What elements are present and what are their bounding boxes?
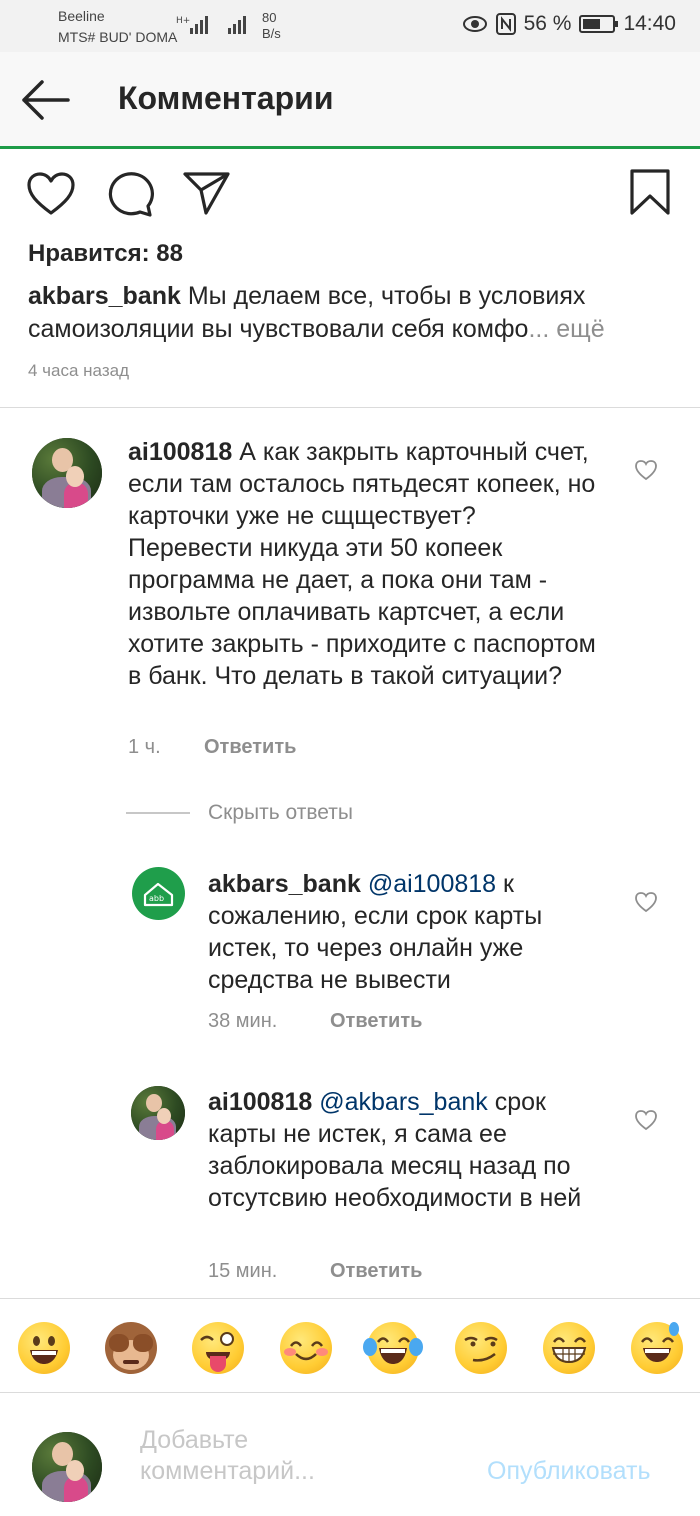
post-timestamp: 4 часа назад: [28, 361, 129, 380]
comment-username[interactable]: ai100818: [128, 438, 232, 466]
network-speed: 80 B/s: [262, 10, 281, 42]
reply-time: 38 мин.: [208, 1010, 278, 1032]
post-caption: akbars_bank Мы делаем все, чтобы в услов…: [28, 280, 678, 346]
battery-percent: 56 %: [523, 12, 572, 35]
comment-icon[interactable]: [104, 170, 154, 218]
like-heart-icon[interactable]: [26, 172, 76, 216]
speed-unit: B/s: [262, 26, 281, 41]
back-arrow-icon[interactable]: [20, 78, 72, 122]
reply-body: ai100818 @akbars_bank срок карты не исте…: [208, 1086, 618, 1214]
reply-mention[interactable]: @ai100818: [361, 870, 496, 898]
comment-time: 1 ч.: [128, 736, 161, 758]
comment-input[interactable]: Добавьте комментарий...: [140, 1425, 380, 1487]
reply-like-heart-icon[interactable]: [634, 891, 658, 913]
reply-body: akbars_bank @ai100818 к сожалению, если …: [208, 868, 608, 996]
carrier-1-label: Beeline: [58, 8, 105, 24]
hide-replies-button[interactable]: Скрыть ответы: [208, 801, 353, 825]
caption-more-link[interactable]: ... ещё: [528, 315, 604, 343]
face-with-tears-of-joy-icon[interactable]: [363, 1322, 423, 1374]
page-title: Комментарии: [118, 80, 334, 116]
see-no-evil-monkey-icon[interactable]: [105, 1322, 157, 1374]
comment-like-heart-icon[interactable]: [634, 459, 658, 481]
grinning-face-with-sweat-icon[interactable]: [631, 1322, 683, 1374]
divider: [0, 1392, 700, 1393]
nfc-icon: [495, 13, 516, 35]
bookmark-icon[interactable]: [628, 168, 672, 216]
divider: [0, 1298, 700, 1299]
likes-count[interactable]: Нравится: 88: [28, 240, 183, 268]
reply-time: 15 мин.: [208, 1260, 278, 1282]
caption-author[interactable]: akbars_bank: [28, 282, 181, 310]
header-accent-line: [0, 146, 700, 149]
svg-text:H+: H+: [176, 16, 190, 26]
reply-like-heart-icon[interactable]: [634, 1109, 658, 1131]
comment-text: А как закрыть карточный счет, если там о…: [128, 438, 596, 690]
carrier-2-label: MTS# BUD' DOMA: [58, 29, 178, 45]
publish-button[interactable]: Опубликовать: [487, 1457, 650, 1486]
eye-icon: [462, 16, 487, 32]
reply-mention[interactable]: @akbars_bank: [312, 1088, 488, 1116]
share-send-icon[interactable]: [182, 170, 232, 216]
reply-button[interactable]: Ответить: [204, 736, 296, 759]
smiling-face-with-smiling-eyes-icon[interactable]: [280, 1322, 332, 1374]
clock: 14:40: [623, 12, 676, 35]
grinning-face-icon[interactable]: [18, 1322, 70, 1374]
svg-text:abb: abb: [149, 894, 164, 903]
comment-body: ai100818 А как закрыть карточный счет, е…: [128, 436, 598, 692]
avatar: [32, 1432, 102, 1502]
divider: [0, 407, 700, 408]
avatar[interactable]: [32, 438, 102, 508]
reply-username[interactable]: akbars_bank: [208, 870, 361, 898]
smirking-face-icon[interactable]: [455, 1322, 507, 1374]
avatar[interactable]: abb: [132, 867, 185, 920]
reply-button[interactable]: Ответить: [330, 1010, 422, 1033]
status-bar: Beeline MTS# BUD' DOMA H+ 80 B/s 56 % 14…: [0, 0, 700, 52]
hide-replies-line: [126, 812, 190, 814]
app-bar: [0, 52, 700, 148]
avatar[interactable]: [131, 1086, 185, 1140]
akbars-logo-icon: abb: [143, 882, 174, 907]
reply-button[interactable]: Ответить: [330, 1260, 422, 1283]
battery-icon: [579, 15, 619, 33]
winking-face-with-tongue-icon[interactable]: [192, 1322, 244, 1374]
speed-value: 80: [262, 10, 277, 25]
signal-2-icon: [228, 16, 246, 34]
status-right: 56 % 14:40: [462, 12, 676, 36]
beaming-face-icon[interactable]: [543, 1322, 595, 1374]
reply-username[interactable]: ai100818: [208, 1088, 312, 1116]
signal-1-icon: H+: [176, 16, 208, 34]
